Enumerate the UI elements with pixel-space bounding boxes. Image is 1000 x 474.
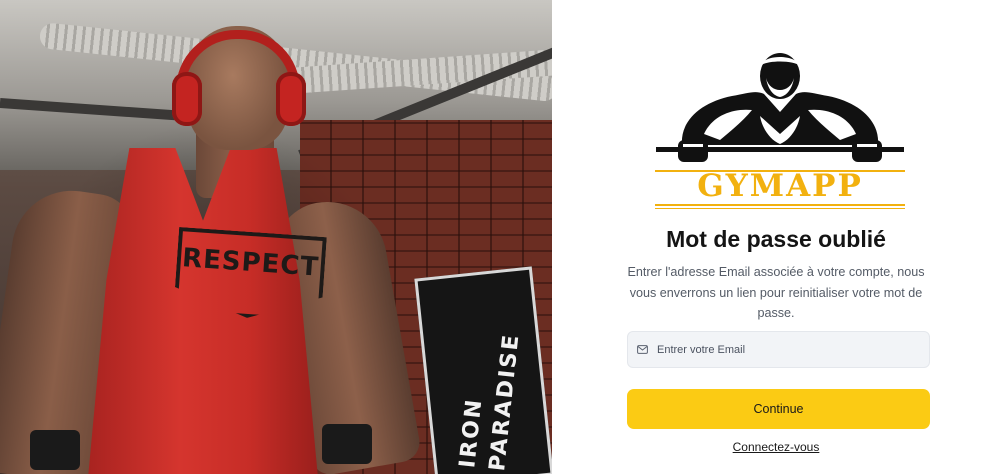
email-input[interactable] [657, 343, 917, 356]
logo-rule-bottom-2 [655, 208, 905, 209]
hero-wristband-right [322, 424, 372, 464]
mail-icon [637, 345, 648, 354]
page-description: Entrer l'adresse Email associée à votre … [627, 265, 925, 320]
brand-name: GYMAPP [697, 168, 863, 204]
login-link[interactable]: Connectez-vous [552, 440, 1000, 454]
hero-wristband-left [30, 430, 80, 470]
hero-photo: IRON PARADISE RESPECT [0, 0, 552, 474]
headphone-left-cup [172, 72, 202, 126]
page-title: Mot de passe oublié [666, 226, 886, 252]
email-field[interactable] [627, 331, 930, 368]
continue-button[interactable]: Continue [627, 389, 930, 429]
forgot-password-panel: GYMAPP Mot de passe oublié Entrer l'adre… [552, 0, 1000, 474]
headphone-right-cup [276, 72, 306, 126]
logo-rule-bottom [655, 204, 905, 206]
